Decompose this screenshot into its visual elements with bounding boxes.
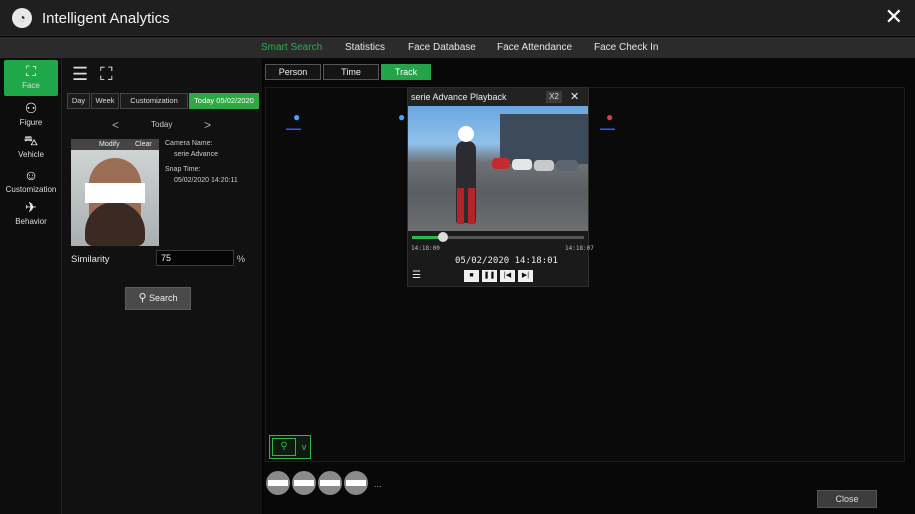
tab-track[interactable]: Track — [381, 64, 431, 80]
next-frame-icon[interactable]: ▶| — [518, 270, 533, 282]
face-thumbnail[interactable] — [292, 471, 316, 495]
more-thumbnails[interactable]: ... — [374, 479, 382, 489]
chevron-down-icon: ∨ — [300, 442, 308, 452]
sidebar-item-face[interactable]: ⛶ Face — [4, 60, 58, 96]
playback-header: serie Advance Playback X2 ✕ — [408, 88, 588, 106]
photo-toolbar: Modify Clear — [71, 139, 159, 150]
playback-window: serie Advance Playback X2 ✕ 14:18:00 14:… — [407, 87, 594, 287]
today-date-button[interactable]: Today 05/02/2020 — [189, 93, 259, 109]
tab-person[interactable]: Person — [265, 64, 321, 80]
filter-panel: ☰ ⛶ Day Week Customization Today 05/02/2… — [62, 58, 262, 514]
face-thumbnail[interactable] — [266, 471, 290, 495]
date-label: Today — [151, 120, 173, 129]
car-shape — [534, 160, 554, 171]
menu-statistics[interactable]: Statistics — [345, 42, 385, 53]
clear-button[interactable]: Clear — [135, 139, 152, 150]
face-thumbnail[interactable] — [344, 471, 368, 495]
map-tool-button[interactable]: ⚲ ∨ — [269, 435, 311, 459]
menu-face-check-in[interactable]: Face Check In — [594, 42, 658, 53]
menu-smart-search[interactable]: Smart Search — [261, 42, 322, 53]
main-area: Person Time Track ● ▬▬▬ ● ● ▬▬▬ serie Ad… — [263, 58, 915, 514]
analytics-logo-icon: ◔ — [12, 8, 32, 28]
playback-start-time: 14:18:00 — [411, 245, 440, 252]
car-shape — [556, 160, 578, 171]
customization-icon: ☺ — [23, 167, 39, 183]
close-window-icon[interactable]: ✕ — [885, 6, 903, 28]
redaction-box — [458, 126, 474, 142]
menu-face-attendance[interactable]: Face Attendance — [497, 42, 572, 53]
playback-current-time: 05/02/2020 14:18:01 — [455, 256, 558, 266]
title-bar: ◔ Intelligent Analytics ✕ — [0, 0, 915, 36]
car-shape — [492, 158, 510, 169]
list-view-icon[interactable]: ☰ — [72, 64, 88, 85]
camera-pin-icon[interactable]: ● — [398, 110, 405, 124]
previous-day-button[interactable]: < — [112, 118, 119, 132]
person-leg-shape — [457, 188, 464, 224]
face-thumbnail[interactable] — [318, 471, 342, 495]
playback-title: serie Advance Playback — [411, 92, 507, 102]
sidebar-item-label: Customization — [5, 185, 57, 194]
sidebar-item-customization[interactable]: ☺ Customization — [0, 167, 62, 194]
customization-button[interactable]: Customization — [120, 93, 188, 109]
sidebar-item-label: Figure — [19, 118, 43, 127]
snap-time-value: 05/02/2020 14:20:11 — [174, 177, 238, 184]
search-icon: ⚲ — [138, 292, 147, 304]
playlist-icon[interactable]: ☰ — [412, 270, 424, 282]
stop-icon[interactable]: ■ — [464, 270, 479, 282]
search-button-label: Search — [149, 293, 178, 303]
sidebar-item-label: Behavior — [15, 217, 47, 226]
building-shape — [500, 114, 588, 164]
similarity-input[interactable]: 75 — [156, 250, 234, 266]
day-button[interactable]: Day — [67, 93, 90, 109]
camera-pin-label: ▬▬▬ — [286, 126, 301, 132]
app-title: Intelligent Analytics — [42, 10, 170, 27]
vehicle-icon: ⛍ — [23, 132, 39, 148]
playback-close-icon[interactable]: ✕ — [570, 90, 579, 103]
menu-face-database[interactable]: Face Database — [408, 42, 476, 53]
playback-end-time: 14:18:07 — [565, 245, 594, 252]
sidebar-item-figure[interactable]: ⚇ Figure — [0, 100, 62, 127]
sidebar-item-vehicle[interactable]: ⛍ Vehicle — [0, 132, 62, 159]
redaction-box — [85, 183, 145, 203]
map-pin-icon: ⚲ — [272, 438, 296, 456]
playback-speed-button[interactable]: X2 — [546, 91, 562, 103]
camera-pin-active-icon[interactable]: ● — [606, 110, 613, 124]
next-day-button[interactable]: > — [204, 118, 211, 132]
figure-icon: ⚇ — [24, 100, 38, 116]
behavior-icon: ✈ — [25, 199, 37, 215]
car-shape — [512, 159, 532, 170]
person-leg-shape — [468, 188, 475, 224]
close-button[interactable]: Close — [817, 490, 877, 508]
face-photo — [71, 150, 159, 246]
face-scan-icon[interactable]: ⛶ — [100, 64, 113, 85]
face-icon: ⛶ — [26, 63, 36, 79]
camera-pin-label: ▬▬▬ — [600, 126, 615, 132]
week-button[interactable]: Week — [91, 93, 119, 109]
playback-video — [408, 106, 588, 231]
pause-icon[interactable]: ❚❚ — [482, 270, 497, 282]
camera-pin-icon[interactable]: ● — [293, 110, 300, 124]
sidebar-item-behavior[interactable]: ✈ Behavior — [0, 199, 62, 226]
modify-button[interactable]: Modify — [99, 139, 120, 150]
playback-progress-knob[interactable] — [437, 232, 448, 242]
camera-name-label: Camera Name: — [165, 140, 213, 147]
previous-frame-icon[interactable]: |◀ — [500, 270, 515, 282]
similarity-label: Similarity — [71, 254, 110, 265]
tab-time[interactable]: Time — [323, 64, 379, 80]
sidebar-item-label: Face — [22, 81, 40, 90]
camera-name-value: serie Advance — [174, 151, 218, 158]
sidebar-item-label: Vehicle — [18, 150, 44, 159]
similarity-unit: % — [237, 254, 246, 264]
snap-time-label: Snap Time: — [165, 166, 201, 173]
search-button[interactable]: ⚲ Search — [125, 287, 191, 310]
sidebar: ⛶ Face ⚇ Figure ⛍ Vehicle ☺ Customizatio… — [0, 58, 62, 514]
playback-progress-bar[interactable] — [412, 232, 584, 242]
top-menu: Smart Search Statistics Face Database Fa… — [0, 37, 915, 58]
